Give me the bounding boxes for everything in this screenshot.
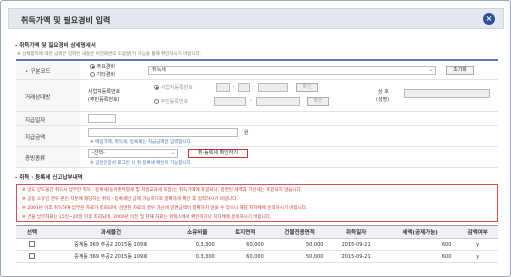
col-building-area: 건물전용면적 [269,225,330,239]
dialog: 취득가액 및 필요경비 입력 × - 취득가액 및 필요경비 상세명세서 ※ 선… [0,0,511,277]
biz-no-part1[interactable] [216,83,230,92]
chevron-down-icon: ⌄ [428,67,433,73]
category-select[interactable]: 취득세 ⌄ [148,66,436,75]
radio-off-icon [90,72,95,77]
notice-line: ※ 2001년 이후 취득하여 납부된 자료가 조회되며, 감면된 자료의 경우… [22,206,308,211]
row-checkbox[interactable] [28,253,35,260]
cell-building-area: 50,000 [269,238,330,251]
pay-amount-input[interactable] [88,128,238,137]
trade-name-label: 상 호 [378,89,389,95]
biz-no-part3[interactable] [258,83,288,92]
cell-ownership: 0.3,300 [173,238,221,251]
notice-box: ※ 양도 양도물건 취득시 납부한 취득 · 등록세(농어촌특별세 및 지방교육… [16,184,498,222]
cell-building-area: 50,000 [269,250,330,263]
notice-line: ※ 건물 납부자료는 15일~20일 이후 조회되며, 2000년 이전 및 현… [22,215,272,220]
resident-no-part1[interactable] [214,97,246,106]
check-acquisition-tax-button[interactable]: 취·등록세 확인하기 [188,149,248,158]
resident-no-confirm-button[interactable]: 확인 [307,97,329,106]
radio-other-expense[interactable]: 기타경비 [90,71,115,78]
cell-land-area: 60,000 [220,250,270,263]
chevron-down-icon: ⌄ [170,150,175,156]
biz-no-part2[interactable] [238,83,250,92]
pay-date-label: 지급일자 [25,118,46,124]
table-header-row: 선택 과세물건 소유비율 토지면적 건물전용면적 취득일자 세액(공제가능) 감… [16,225,498,239]
radio-on-icon [154,85,159,90]
evidence-label: 증빙종류 [25,156,46,162]
row-checkbox[interactable] [28,241,35,248]
title-bar: 취득가액 및 필요경비 입력 × [8,8,504,29]
pay-amount-unit: 원 [244,130,249,136]
pay-amount-label: 지급금액 [25,135,46,141]
reset-button[interactable]: 초기화 [446,66,474,75]
tax-section-heading: - 취득 · 등록세 신고납부내역 [15,175,83,181]
biz-no-confirm-button[interactable]: 확인 [296,83,318,92]
cell-property: 중계동 369 주공2 2015동 109호 [47,238,174,251]
category-row: • 구분코드 주요경비 기타경비 취득세 ⌄ 초기화 [16,59,498,80]
required-mark: • [25,69,29,75]
cell-tax-amount: 600 [382,250,458,263]
col-acquisition-date: 취득일자 [329,225,383,239]
detail-section-note: ※ 선택항목에 대한 금액은 입력된 내용은 이전화면의 도움말[?] 기능을 … [17,52,202,57]
cell-land-area: 60,000 [220,238,270,251]
pay-amount-row: 지급금액 원 ※ 매입가액, 취득세, 등록세는 지급금액만 입력합니다. [16,126,498,147]
cell-reduction: y [457,250,498,263]
cell-acquisition-date: 2015-09-21 [329,250,383,263]
close-button[interactable]: × [483,13,495,25]
biz-no-sublabel: 사업자등록번호 [88,89,121,95]
tax-payment-table: 선택 과세물건 소유비율 토지면적 건물전용면적 취득일자 세액(공제가능) 감… [16,225,498,263]
resident-no-part2[interactable] [256,97,300,106]
counterpart-label: 거래상대방 [25,95,51,101]
col-reduction: 감액여부 [457,225,498,239]
evidence-select[interactable]: -선택- ⌄ [88,149,178,158]
cell-ownership: 0.3,300 [173,250,221,263]
table-row[interactable]: 중계동 369 주공2 2015동 109호 0.3,300 60,000 50… [16,238,498,251]
notice-line: ※ 공동 소유인 경우 본인 지분에 해당하는 취득 · 등록세만 공제 가능하… [22,197,238,202]
dialog-title: 취득가액 및 필요경비 입력 [21,16,111,25]
col-ownership: 소유비율 [173,225,221,239]
cell-property: 중계동 369 주공2 2015동 109호 [47,250,174,263]
resident-no-sublabel: (주민등록번호) [88,97,120,103]
cell-reduction: y [457,238,498,251]
col-property: 과세물건 [47,225,174,239]
evidence-row: 증빙종류 -선택- ⌄ 취·등록세 확인하기 ※ 공인인증서 로그인 시 취·등록… [16,147,498,168]
col-select: 선택 [16,225,48,239]
cell-tax-amount: 600 [382,238,458,251]
radio-resident-no[interactable]: 주민등록번호 [154,98,188,105]
col-tax-amount: 세액(공제가능) [382,225,458,239]
pay-date-row: 지급일자 [16,112,498,126]
radio-off-icon [154,99,159,104]
radio-on-icon [90,64,95,69]
trade-name-sublabel: (성명) [376,97,390,103]
radio-biz-no[interactable]: 사업자등록번호 [154,84,193,91]
notice-line: ※ 양도 양도물건 취득시 납부한 취득 · 등록세(농어촌특별세 및 지방교육… [22,188,303,193]
pay-date-input[interactable] [88,114,116,123]
detail-section-heading: - 취득가액 및 필요경비 상세명세서 [15,43,96,49]
cell-acquisition-date: 2015-09-21 [329,238,383,251]
counterpart-row: 거래상대방 사업자등록번호 (주민등록번호) 사업자등록번호 - - 확인 주민… [16,80,498,112]
col-land-area: 토지면적 [220,225,270,239]
table-row[interactable]: 중계동 369 주공2 2015동 109호 0.3,300 60,000 50… [16,250,498,263]
trade-name-input[interactable] [404,89,490,98]
radio-main-expense[interactable]: 주요경비 [90,63,115,70]
evidence-hint: ※ 공인인증서 로그인 시 취·등록세 확인이 가능합니다. [90,161,193,166]
category-label: 구분코드 [30,69,51,75]
pay-amount-hint: ※ 매입가액, 취득세, 등록세는 지급금액만 입력합니다. [90,140,193,145]
